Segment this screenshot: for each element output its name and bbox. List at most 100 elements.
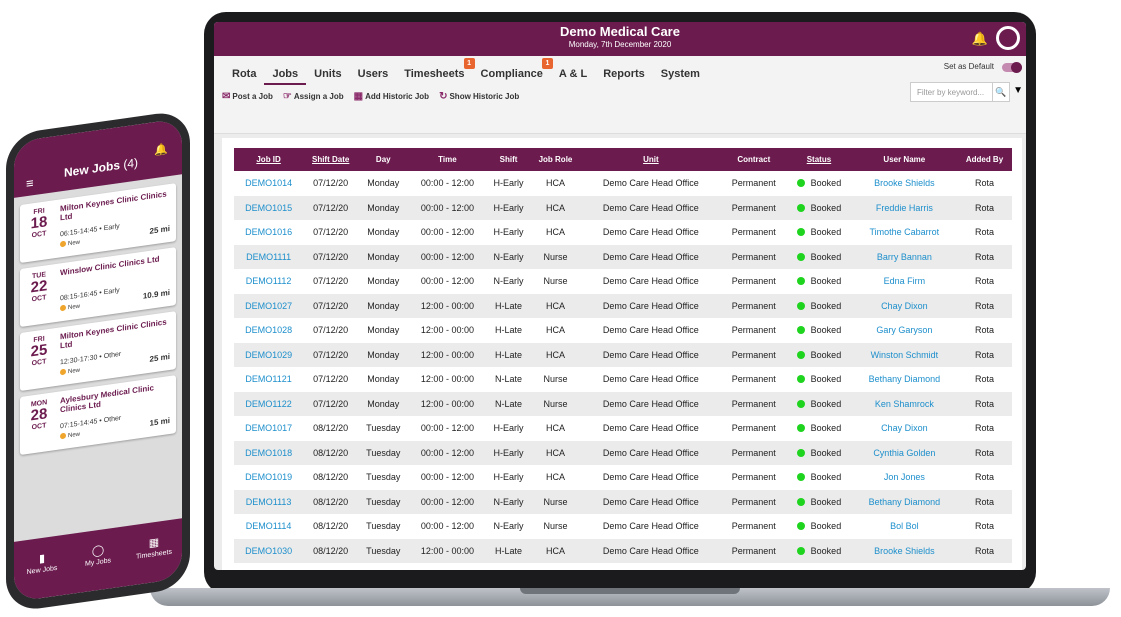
table-cell[interactable]: DEMO1018 (234, 440, 304, 465)
tab-reports[interactable]: Reports (595, 68, 653, 85)
table-row[interactable]: DEMO1112 07/12/20 Monday 00:00 - 12:00 N-Ear… (234, 269, 1012, 294)
table-row[interactable]: DEMO1114 08/12/20 Tuesday 00:00 - 12:00 N-Ea… (234, 514, 1012, 539)
table-row[interactable]: DEMO1122 07/12/20 Monday 12:00 - 00:00 N-Lat… (234, 391, 1012, 416)
table-cell[interactable]: DEMO1029 (234, 342, 304, 367)
table-cell[interactable]: DEMO1121 (234, 367, 303, 392)
table-cell[interactable]: Winston Schmidt (851, 342, 957, 367)
tab-units[interactable]: Units (306, 68, 350, 85)
search-icon[interactable]: 🔍 (992, 82, 1010, 102)
column-header[interactable]: Time (408, 148, 487, 171)
cell-text: N-Late (495, 398, 523, 409)
add-historic-job-button[interactable]: ▦ Add Historic Job (354, 91, 429, 102)
table-cell[interactable]: Bethany Diamond (851, 489, 957, 514)
table-row[interactable]: DEMO1018 08/12/20 Tuesday 00:00 - 12:00 H-Ea… (234, 440, 1012, 465)
status-dot-icon (796, 448, 805, 457)
menu-icon[interactable]: ≡ (26, 175, 34, 191)
table-cell[interactable]: Barry Bannan (851, 244, 957, 269)
set-default-toggle[interactable] (1002, 62, 1022, 73)
table-cell[interactable]: Timothe Cabarrot (852, 220, 957, 245)
column-header[interactable]: User Name (851, 148, 957, 171)
column-header[interactable]: Shift Date (303, 148, 359, 171)
column-header[interactable]: Status (786, 148, 852, 171)
table-row[interactable]: DEMO1113 08/12/20 Tuesday 00:00 - 12:00 N-Ea… (234, 489, 1012, 514)
table-cell: 08/12/20 (303, 489, 359, 514)
cell-text: Booked (810, 545, 842, 556)
column-header[interactable]: Job Role (530, 148, 581, 171)
show-historic-job-button[interactable]: ↻ Show Historic Job (439, 91, 519, 102)
table-cell[interactable]: DEMO1014 (234, 171, 303, 196)
table-row[interactable]: DEMO1019 08/12/20 Tuesday 00:00 - 12:00 H-Ea… (234, 465, 1012, 490)
column-header[interactable]: Shift (486, 148, 531, 171)
table-row[interactable]: DEMO1028 07/12/20 Monday 12:00 - 00:00 H-Lat… (234, 318, 1012, 343)
table-cell[interactable]: Edna Firm (852, 269, 957, 294)
table-cell[interactable]: DEMO1017 (234, 416, 303, 441)
table-cell[interactable]: Brooke Shields (851, 538, 957, 563)
table-cell[interactable]: DEMO1122 (234, 391, 304, 416)
bell-icon[interactable]: 🔔 (154, 142, 168, 157)
cell-text: Permanent (731, 178, 776, 189)
table-cell: Permanent (721, 416, 786, 441)
table-cell[interactable]: DEMO1015 (234, 195, 304, 220)
table-cell[interactable]: DEMO1019 (234, 465, 303, 490)
post-job-button[interactable]: ✉ Post a Job (222, 91, 273, 102)
tab-jobs[interactable]: Jobs (264, 68, 307, 85)
table-cell: 00:00 - 12:00 (408, 269, 486, 294)
table-cell[interactable]: DEMO1112 (234, 269, 303, 294)
table-cell[interactable]: DEMO1111 (234, 244, 304, 269)
cell-text: Monday (367, 178, 400, 189)
table-cell[interactable]: Bol Bol (852, 514, 957, 539)
table-row[interactable]: DEMO1029 07/12/20 Monday 12:00 - 00:00 H-Lat… (234, 342, 1012, 367)
tab-compliance[interactable]: Compliance 1 (473, 58, 553, 85)
table-cell[interactable]: DEMO1114 (234, 514, 303, 539)
table-cell[interactable]: Cynthia Golden (851, 440, 957, 465)
phone-tab-my-jobs[interactable]: ◯ My Jobs (70, 526, 126, 594)
table-row[interactable]: DEMO1017 08/12/20 Tuesday 00:00 - 12:00 H-Ea… (234, 416, 1012, 441)
table-cell[interactable]: Brooke Shields (852, 171, 957, 196)
table-row[interactable]: DEMO1015 07/12/20 Monday 00:00 - 12:00 H-Ear… (234, 195, 1012, 220)
tab-users[interactable]: Users (350, 68, 397, 85)
column-header[interactable]: Job ID (234, 148, 304, 171)
table-cell[interactable]: Jon Jones (852, 465, 957, 490)
phone-screen: ≡ New Jobs (4) 🔔 FRI 18 OCT Milton Keynes C… (14, 118, 182, 602)
phone-tab-new-jobs[interactable]: ▮ New Jobs (14, 534, 70, 602)
job-clinic-name: Milton Keynes Clinic Clinics Ltd (60, 317, 167, 351)
table-cell[interactable]: DEMO1030 (234, 538, 304, 563)
column-header[interactable]: Added By (956, 148, 1012, 171)
table-cell: Permanent (721, 514, 786, 539)
table-cell[interactable]: Bethany Diamond (852, 367, 957, 392)
table-cell: Demo Care Head Office (580, 342, 722, 367)
table-row[interactable]: DEMO1030 08/12/20 Tuesday 12:00 - 00:00 H-La… (234, 538, 1012, 563)
table-cell[interactable]: Gary Garyson (852, 318, 957, 343)
filter-input[interactable]: Filter by keyword... (910, 82, 994, 102)
column-header[interactable]: Unit (580, 148, 722, 171)
status-dot-icon (796, 252, 805, 261)
phone-tab-timesheets[interactable]: ▦ Timesheets (126, 518, 182, 586)
table-row[interactable]: DEMO1027 07/12/20 Monday 12:00 - 00:00 H-Lat… (234, 293, 1012, 318)
table-row[interactable]: DEMO1014 07/12/20 Monday 00:00 - 12:00 H-Ear… (234, 171, 1012, 196)
column-header[interactable]: Day (358, 148, 409, 171)
table-row[interactable]: DEMO1121 07/12/20 Monday 12:00 - 00:00 N-Lat… (234, 367, 1012, 392)
table-cell[interactable]: Freddie Harris (851, 195, 957, 220)
table-row[interactable]: DEMO1111 07/12/20 Monday 00:00 - 12:00 N-Ear… (234, 244, 1012, 269)
table-cell[interactable]: DEMO1027 (234, 293, 304, 318)
cell-text: Demo Care Head Office (602, 251, 699, 262)
funnel-icon[interactable]: ▼ (1013, 85, 1023, 96)
table-cell[interactable]: DEMO1016 (234, 220, 303, 245)
table-cell[interactable]: DEMO1028 (234, 318, 303, 343)
tab-rota[interactable]: Rota (224, 68, 264, 85)
table-cell[interactable]: Chay Dixon (852, 416, 957, 441)
tab-a-l[interactable]: A & L (551, 68, 595, 85)
table-cell[interactable]: DEMO1113 (234, 489, 304, 514)
column-header[interactable]: Contract (721, 148, 787, 171)
bell-icon[interactable]: 🔔 (972, 31, 988, 47)
assign-job-button[interactable]: ☞ Assign a Job (283, 91, 344, 102)
table-cell: Demo Care Head Office (580, 220, 721, 245)
cell-text: DEMO1017 (245, 423, 293, 434)
tab-system[interactable]: System (653, 68, 708, 85)
tab-timesheets[interactable]: Timesheets 1 (396, 58, 475, 85)
cell-text: Permanent (731, 325, 776, 336)
table-cell[interactable]: Ken Shamrock (851, 391, 957, 416)
table-row[interactable]: DEMO1016 07/12/20 Monday 00:00 - 12:00 H-Ear… (234, 220, 1012, 245)
user-avatar-icon[interactable] (996, 26, 1020, 50)
table-cell[interactable]: Chay Dixon (851, 293, 957, 318)
